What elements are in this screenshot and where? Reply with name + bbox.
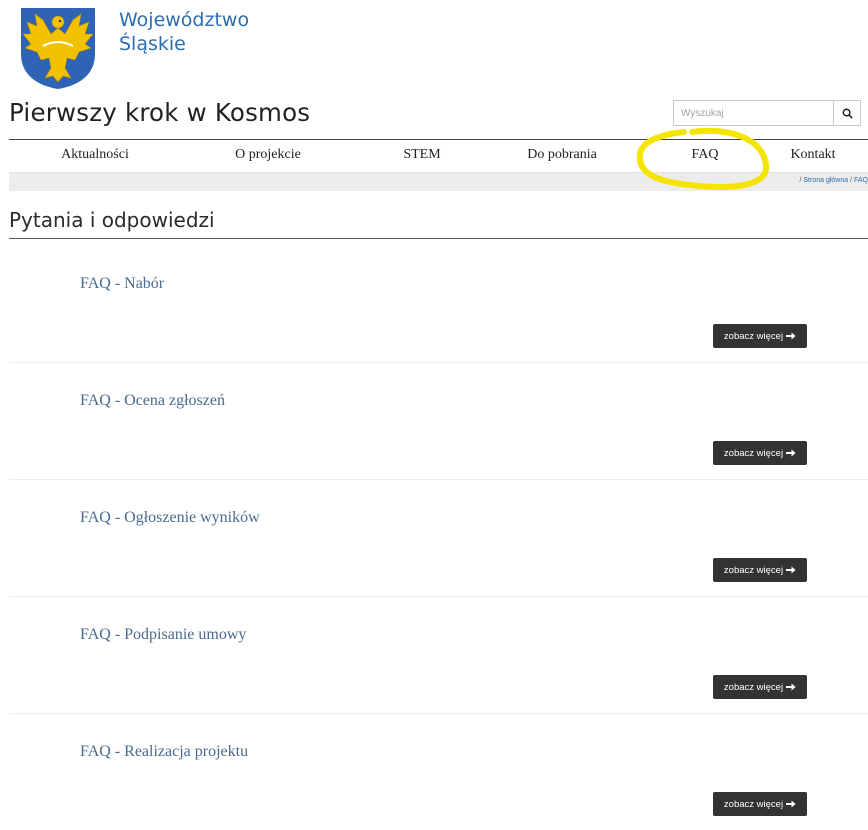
heading-divider (9, 238, 868, 239)
nav-item-aktualnosci[interactable]: Aktualności (61, 147, 129, 163)
faq-title-link[interactable]: FAQ - Nabór (80, 275, 164, 293)
site-title[interactable]: Pierwszy krok w Kosmos (9, 98, 310, 127)
breadcrumb-home-link[interactable]: Strona główna (803, 177, 848, 184)
nav-item-kontakt[interactable]: Kontakt (790, 147, 835, 163)
see-more-button[interactable]: zobacz więcej (713, 675, 807, 699)
faq-item: FAQ - Podpisanie umowy zobacz więcej (9, 597, 868, 714)
see-more-button[interactable]: zobacz więcej (713, 558, 807, 582)
see-more-label: zobacz więcej (723, 798, 784, 810)
main-nav: Aktualności O projekcie STEM Do pobrania… (9, 139, 868, 173)
see-more-label: zobacz więcej (723, 564, 784, 576)
breadcrumb-current: FAQ (853, 177, 868, 184)
brand-line-1: Województwo (119, 9, 250, 31)
nav-item-do-pobrania[interactable]: Do pobrania (527, 147, 597, 163)
arrow-right-icon (786, 332, 796, 340)
nav-item-faq[interactable]: FAQ (692, 147, 719, 163)
faq-item: FAQ - Nabór zobacz więcej (9, 246, 868, 363)
search-button[interactable] (833, 100, 861, 126)
brand-name[interactable]: Województwo Śląskie (119, 8, 249, 56)
faq-item: FAQ - Ocena zgłoszeń zobacz więcej (9, 363, 868, 480)
search-input[interactable] (673, 100, 833, 126)
faq-title-link[interactable]: FAQ - Realizacja projektu (80, 743, 248, 761)
arrow-right-icon (786, 449, 796, 457)
see-more-button[interactable]: zobacz więcej (713, 324, 807, 348)
breadcrumb-bar: / Strona główna / FAQ (9, 173, 868, 191)
faq-item: FAQ - Ogłoszenie wyników zobacz więcej (9, 480, 868, 597)
faq-title-link[interactable]: FAQ - Ogłoszenie wyników (80, 509, 260, 527)
arrow-right-icon (786, 683, 796, 691)
brand-line-2: Śląskie (119, 33, 186, 55)
see-more-label: zobacz więcej (723, 681, 784, 693)
search-icon (842, 108, 853, 119)
nav-item-stem[interactable]: STEM (403, 147, 440, 163)
arrow-right-icon (786, 800, 796, 808)
faq-item: FAQ - Realizacja projektu zobacz więcej (9, 714, 868, 830)
nav-item-o-projekcie[interactable]: O projekcie (235, 147, 301, 163)
see-more-button[interactable]: zobacz więcej (713, 441, 807, 465)
see-more-label: zobacz więcej (723, 447, 784, 459)
faq-title-link[interactable]: FAQ - Podpisanie umowy (80, 626, 246, 644)
search-box (673, 100, 861, 126)
see-more-button[interactable]: zobacz więcej (713, 792, 807, 816)
page-heading: Pytania i odpowiedzi (9, 208, 215, 232)
coat-of-arms-logo[interactable] (19, 6, 97, 90)
breadcrumb: / Strona główna / FAQ (799, 177, 868, 184)
see-more-label: zobacz więcej (723, 330, 784, 342)
faq-title-link[interactable]: FAQ - Ocena zgłoszeń (80, 392, 225, 410)
arrow-right-icon (786, 566, 796, 574)
